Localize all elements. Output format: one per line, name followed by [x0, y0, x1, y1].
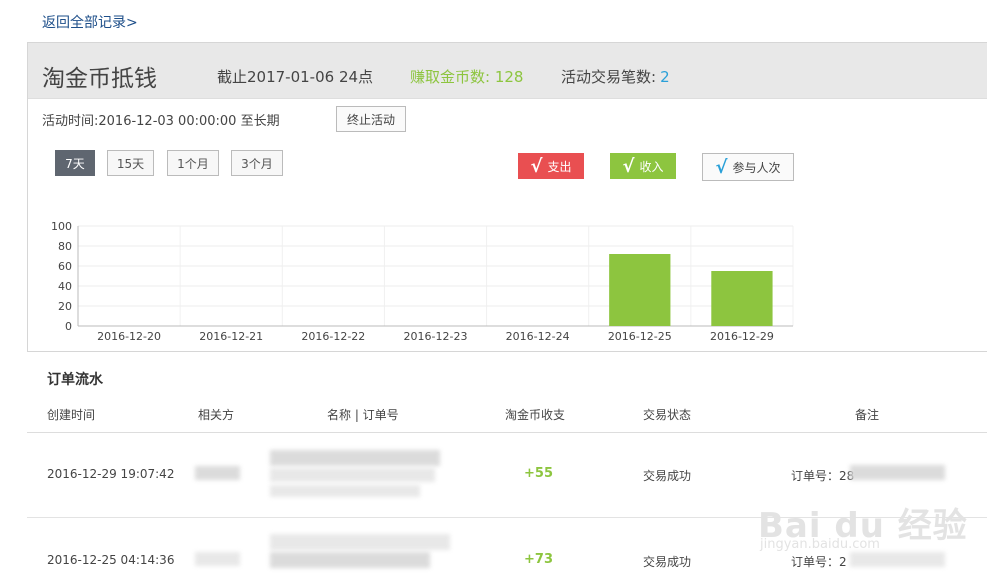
- watermark-url: jingyan.baidu.com: [760, 537, 880, 552]
- range-3-months-button[interactable]: 3个月: [231, 150, 283, 176]
- row-remark: 订单号：28: [791, 469, 855, 483]
- orders-section-title: 订单流水: [47, 372, 103, 388]
- x-tick-label: 2016-12-22: [301, 330, 365, 343]
- redacted-item-name: [270, 450, 440, 466]
- column-header-remark: 备注: [855, 408, 880, 422]
- column-header-status: 交易状态: [643, 408, 692, 422]
- row-created-time: 2016-12-25 04:14:36: [47, 553, 175, 567]
- legend-income-label: 收入: [639, 159, 664, 174]
- row-coin-amount: +55: [524, 466, 553, 481]
- redacted-item-name: [270, 468, 435, 482]
- row-status: 交易成功: [643, 555, 692, 569]
- earned-coins: 赚取金币数: 128: [410, 68, 524, 86]
- x-tick-label: 2016-12-25: [608, 330, 672, 343]
- column-header-created-time: 创建时间: [47, 408, 96, 422]
- column-header-party: 相关方: [198, 408, 235, 422]
- summary-panel: 淘金币抵钱 截止2017-01-06 24点 赚取金币数: 128 活动交易笔数…: [27, 42, 987, 352]
- redacted-order-id: [850, 465, 945, 480]
- deal-count-value: 2: [660, 68, 670, 86]
- legend-participants-label: 参与人次: [732, 160, 781, 175]
- y-tick-label: 100: [51, 220, 72, 233]
- page-title: 淘金币抵钱: [42, 66, 157, 92]
- redacted-party: [195, 466, 240, 480]
- x-tick-label: 2016-12-24: [506, 330, 570, 343]
- redacted-party: [195, 552, 240, 566]
- row-coin-amount: +73: [524, 552, 553, 567]
- check-icon: √: [715, 156, 728, 178]
- x-tick-label: 2016-12-23: [404, 330, 468, 343]
- x-tick-label: 2016-12-20: [97, 330, 161, 343]
- legend-participants-toggle[interactable]: √ 参与人次: [702, 153, 794, 181]
- check-icon: √: [530, 155, 543, 177]
- y-tick-label: 40: [58, 280, 72, 293]
- range-1-month-button[interactable]: 1个月: [167, 150, 219, 176]
- redacted-item-name: [270, 534, 450, 550]
- x-tick-label: 2016-12-21: [199, 330, 263, 343]
- legend-expense-label: 支出: [547, 159, 572, 174]
- redacted-item-name: [270, 552, 430, 568]
- y-tick-label: 80: [58, 240, 72, 253]
- deadline-text: 截止2017-01-06 24点: [217, 68, 374, 86]
- income-bar-chart: 0 20 40 60 80 100 2016-12-20 2016-12-21 2016-12-…: [51, 220, 794, 343]
- column-header-name-order: 名称 | 订单号: [327, 408, 399, 422]
- income-bar: [609, 254, 671, 326]
- check-icon: √: [622, 155, 635, 177]
- y-tick-label: 0: [65, 320, 72, 333]
- deal-count: 活动交易笔数: 2: [561, 66, 670, 87]
- range-7-days-button[interactable]: 7天: [55, 150, 95, 176]
- legend-expense-toggle[interactable]: √ 支出: [518, 153, 584, 179]
- y-tick-label: 60: [58, 260, 72, 273]
- column-header-coin-amount: 淘金币收支: [505, 408, 566, 422]
- x-tick-label: 2016-12-29: [710, 330, 774, 343]
- row-remark: 订单号：2: [791, 555, 847, 569]
- legend-income-toggle[interactable]: √ 收入: [610, 153, 676, 179]
- redacted-order-number: [270, 485, 420, 497]
- deal-count-label: 活动交易笔数:: [561, 68, 657, 86]
- row-status: 交易成功: [643, 469, 692, 483]
- y-tick-label: 20: [58, 300, 72, 313]
- activity-time: 活动时间:2016-12-03 00:00:00 至长期: [42, 114, 280, 129]
- redacted-order-id: [850, 552, 945, 567]
- table-divider: [27, 432, 987, 433]
- income-bar: [711, 271, 773, 326]
- range-15-days-button[interactable]: 15天: [107, 150, 154, 176]
- row-created-time: 2016-12-29 19:07:42: [47, 467, 175, 481]
- panel-header: 淘金币抵钱 截止2017-01-06 24点 赚取金币数: 128 活动交易笔数…: [28, 43, 987, 99]
- stop-activity-button[interactable]: 终止活动: [336, 106, 406, 132]
- back-to-all-records-link[interactable]: 返回全部记录>: [42, 12, 138, 32]
